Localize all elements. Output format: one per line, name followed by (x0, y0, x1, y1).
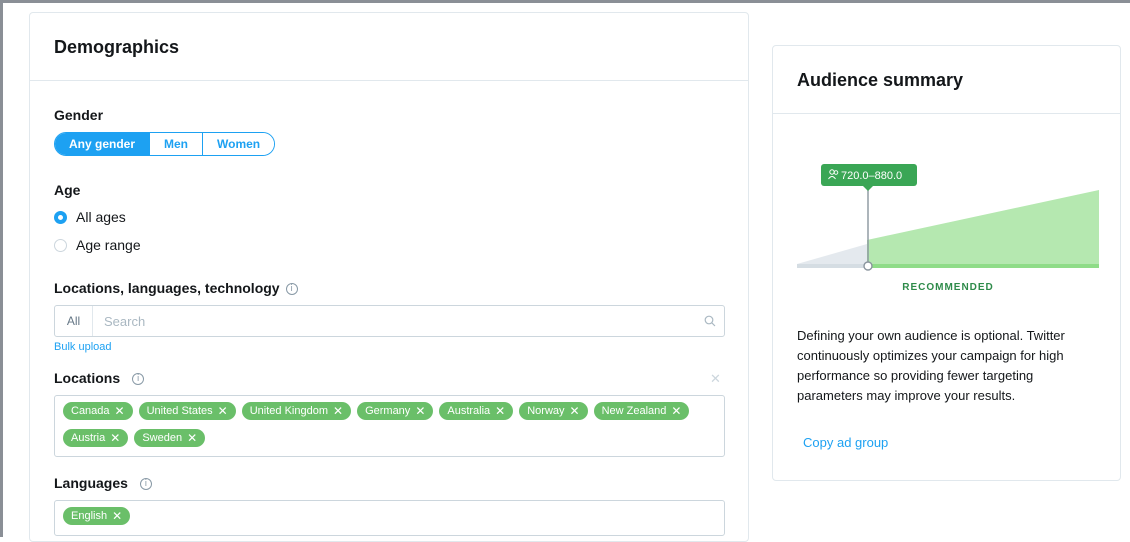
close-icon[interactable]: ✕ (415, 404, 425, 418)
audience-summary-title: Audience summary (797, 70, 964, 90)
info-icon[interactable]: i (132, 373, 145, 386)
gender-selector: Any gender Men Women (54, 132, 276, 156)
language-tag: English ✕ (63, 507, 131, 525)
demographics-header: Demographics (30, 13, 748, 81)
search-input[interactable] (93, 306, 696, 336)
demographics-title: Demographics (54, 37, 180, 57)
info-icon[interactable]: i (285, 283, 298, 296)
location-tag: Germany ✕ (357, 402, 434, 420)
tag-label: United Kingdom (249, 405, 328, 417)
close-icon[interactable]: ✕ (115, 404, 125, 418)
location-tag: United States ✕ (138, 402, 236, 420)
location-tag: Sweden ✕ (134, 429, 206, 447)
close-icon[interactable]: ✕ (187, 431, 197, 445)
tag-label: Norway (527, 405, 565, 417)
recommended-audience-area (867, 190, 1099, 268)
gender-label: Gender (54, 107, 104, 123)
gender-men-button[interactable]: Men (150, 133, 204, 155)
close-icon[interactable]: ✕ (333, 404, 343, 418)
age-range-option[interactable]: Age range (54, 237, 141, 253)
copy-ad-group-link[interactable]: Copy ad group (803, 435, 888, 450)
age-all-label: All ages (76, 209, 126, 225)
narrow-track (797, 264, 867, 268)
radio-unchecked-icon[interactable] (54, 238, 67, 252)
locations-label: Locations i (54, 370, 145, 386)
location-tag: Australia ✕ (439, 402, 514, 420)
tag-label: New Zealand (601, 405, 667, 417)
location-tag: Canada ✕ (63, 402, 133, 420)
tag-label: Australia (447, 405, 491, 417)
audience-summary-header: Audience summary (773, 46, 1120, 114)
location-tag: United Kingdom ✕ (241, 402, 352, 420)
close-icon[interactable]: ✕ (570, 404, 580, 418)
locations-languages-text: Locations, languages, technology (54, 280, 280, 296)
indicator-handle[interactable] (863, 261, 873, 271)
recommended-track (867, 264, 1099, 268)
tag-label: Canada (71, 405, 110, 417)
age-range-label: Age range (76, 237, 141, 253)
languages-label-text: Languages (54, 475, 128, 491)
gender-women-button[interactable]: Women (203, 133, 275, 155)
audience-size-chart: 720.0–880.0 (797, 164, 1099, 271)
close-icon[interactable]: ✕ (112, 509, 122, 523)
close-icon[interactable]: ✕ (110, 431, 120, 445)
audience-summary-card: Audience summary 720.0–880.0 RECOMMENDED… (772, 45, 1121, 481)
targeting-search: All (54, 305, 725, 337)
close-icon[interactable]: ✕ (671, 404, 681, 418)
age-all-option[interactable]: All ages (54, 209, 126, 225)
locations-languages-label: Locations, languages, technology i (54, 280, 298, 296)
search-scope[interactable]: All (55, 306, 93, 336)
clear-locations-icon[interactable]: ✕ (710, 371, 721, 387)
tag-label: Austria (71, 432, 106, 444)
close-icon[interactable]: ✕ (218, 404, 228, 418)
languages-label: Languages i (54, 475, 152, 491)
tag-label: Sweden (142, 432, 183, 444)
age-label: Age (54, 182, 81, 198)
location-tag: New Zealand ✕ (593, 402, 690, 420)
radio-checked-icon[interactable] (54, 210, 67, 224)
tag-label: Germany (365, 405, 411, 417)
audience-description: Defining your own audience is optional. … (797, 328, 1065, 403)
demographics-card: Demographics Gender Any gender Men Women… (29, 12, 749, 542)
location-tag: Austria ✕ (63, 429, 129, 447)
location-tag: Norway ✕ (519, 402, 588, 420)
recommended-label: RECOMMENDED (902, 282, 994, 293)
close-icon[interactable]: ✕ (495, 404, 505, 418)
estimate-text: 720.0–880.0 (841, 170, 902, 182)
estimate-badge-pointer (863, 186, 873, 191)
languages-tag-box[interactable]: English ✕ (54, 500, 725, 536)
tag-label: English (71, 510, 108, 522)
locations-tag-box[interactable]: Canada ✕ United States ✕ United Kingdom ✕ G… (54, 395, 725, 457)
bulk-upload-link[interactable]: Bulk upload (54, 341, 112, 353)
gender-any-button[interactable]: Any gender (55, 133, 151, 155)
locations-label-text: Locations (54, 370, 121, 386)
tag-label: United States (146, 405, 213, 417)
info-icon[interactable]: i (139, 478, 152, 491)
search-icon[interactable] (696, 315, 724, 327)
